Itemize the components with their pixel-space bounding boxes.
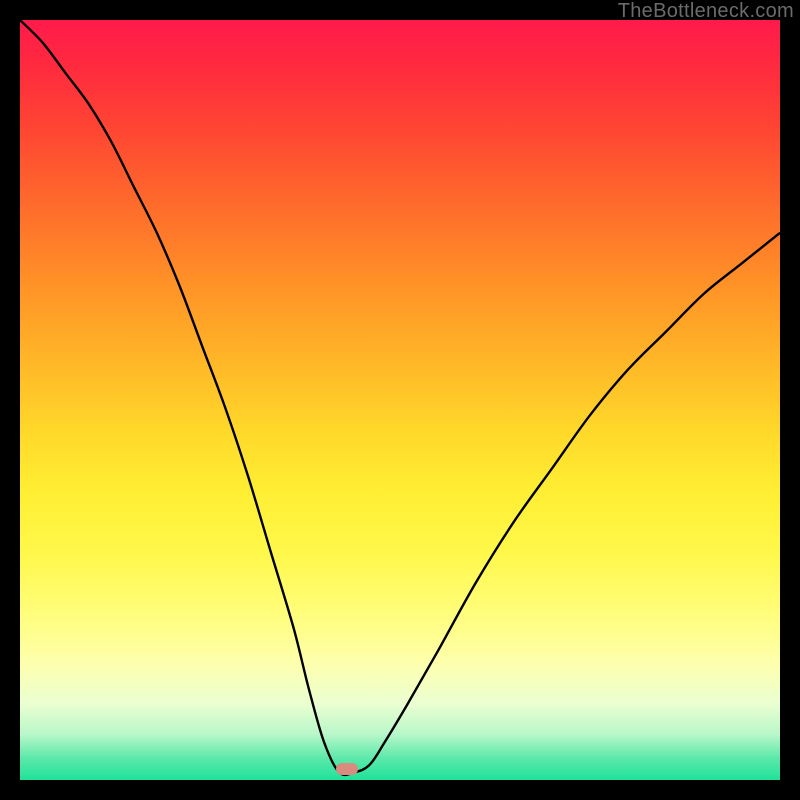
curve-path: [20, 20, 780, 775]
bottleneck-curve: [20, 20, 780, 780]
optimum-marker: [336, 763, 358, 775]
plot-area: [20, 20, 780, 780]
chart-stage: TheBottleneck.com: [0, 0, 800, 800]
